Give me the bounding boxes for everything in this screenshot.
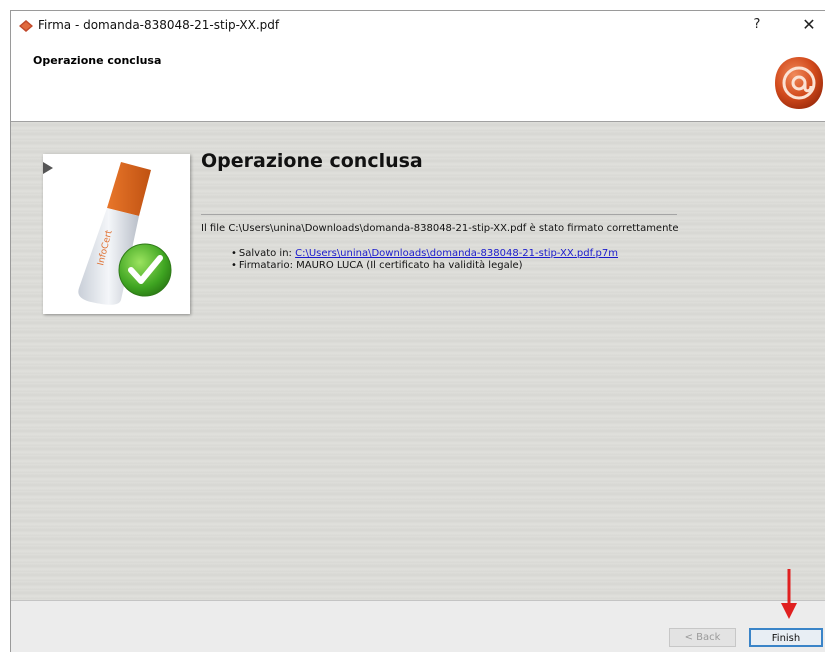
content-area: InfoCert Operazione conclusa Il file C:\… bbox=[11, 122, 825, 600]
close-icon[interactable]: ✕ bbox=[802, 15, 815, 34]
content-title: Operazione conclusa bbox=[201, 150, 423, 172]
close-button[interactable]: ✕ bbox=[797, 14, 821, 36]
finish-button[interactable]: Finish bbox=[749, 628, 823, 647]
help-button[interactable]: ? bbox=[747, 15, 767, 35]
seal-at-icon bbox=[775, 57, 823, 109]
signer-text: Firmatario: MAURO LUCA (Il certificato h… bbox=[238, 260, 523, 271]
header-panel: Operazione conclusa bbox=[11, 41, 825, 122]
usb-token-check-icon: InfoCert bbox=[43, 154, 190, 314]
app-seal-icon bbox=[19, 20, 33, 32]
title-bar: Firma - domanda-838048-21-stip-XX.pdf ? … bbox=[11, 11, 825, 41]
detail-list: • Salvato in: C:\Users\unina\Downloads\do… bbox=[231, 248, 618, 272]
status-message: Il file C:\Users\unina\Downloads\domanda… bbox=[201, 223, 679, 234]
red-arrow-icon bbox=[781, 569, 797, 619]
saved-label: Salvato in: bbox=[238, 248, 296, 259]
separator bbox=[201, 214, 677, 215]
bullet: • bbox=[231, 260, 237, 271]
bullet: • bbox=[231, 248, 237, 259]
saved-path-link[interactable]: C:\Users\unina\Downloads\domanda-838048-… bbox=[295, 248, 618, 259]
window-title: Firma - domanda-838048-21-stip-XX.pdf bbox=[38, 18, 280, 32]
list-item-saved-path: • Salvato in: C:\Users\unina\Downloads\do… bbox=[231, 248, 618, 260]
header-title: Operazione conclusa bbox=[33, 54, 162, 67]
button-bar: < Back Finish bbox=[11, 600, 825, 652]
back-button: < Back bbox=[669, 628, 736, 647]
list-item-signer: • Firmatario: MAURO LUCA (Il certificato … bbox=[231, 260, 618, 272]
dialog-window: Firma - domanda-838048-21-stip-XX.pdf ? … bbox=[10, 10, 825, 652]
